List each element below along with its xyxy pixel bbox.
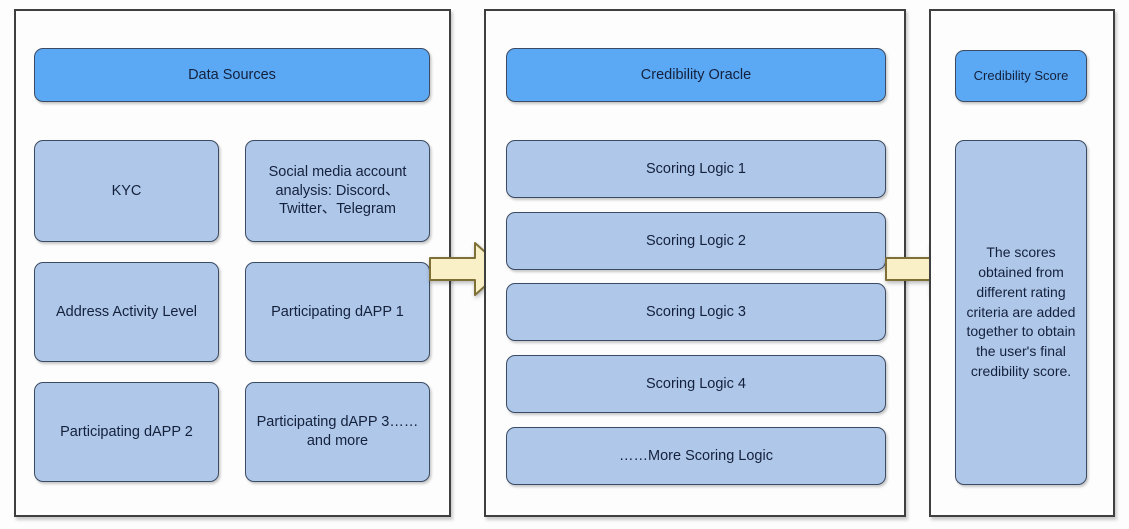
node-kyc[interactable]: KYC [34, 140, 219, 242]
node-scoring-logic-4-label: Scoring Logic 4 [646, 375, 746, 392]
node-address-activity-level-label: Address Activity Level [55, 303, 198, 320]
header-data-sources[interactable]: Data Sources [34, 48, 430, 102]
node-participating-dapp-3[interactable]: Participating dAPP 3……and more [245, 382, 430, 482]
node-scoring-logic-2[interactable]: Scoring Logic 2 [506, 212, 886, 270]
node-social-media-analysis[interactable]: Social media account analysis: Discord、T… [245, 140, 430, 242]
flowchart-diagram: Data Sources KYC Social media account an… [0, 0, 1129, 529]
header-credibility-oracle[interactable]: Credibility Oracle [506, 48, 886, 102]
node-credibility-score-description[interactable]: The scores obtained from different ratin… [955, 140, 1087, 485]
header-credibility-score-label: Credibility Score [973, 67, 1069, 83]
node-participating-dapp-1[interactable]: Participating dAPP 1 [245, 262, 430, 362]
node-credibility-score-description-label: The scores obtained from different ratin… [966, 243, 1076, 380]
node-participating-dapp-2[interactable]: Participating dAPP 2 [34, 382, 219, 482]
node-kyc-label: KYC [111, 182, 142, 199]
node-scoring-logic-3-label: Scoring Logic 3 [646, 303, 746, 320]
node-scoring-logic-3[interactable]: Scoring Logic 3 [506, 283, 886, 341]
header-data-sources-label: Data Sources [188, 66, 276, 83]
node-scoring-logic-1-label: Scoring Logic 1 [646, 160, 746, 177]
node-scoring-logic-4[interactable]: Scoring Logic 4 [506, 355, 886, 413]
node-more-scoring-logic[interactable]: ……More Scoring Logic [506, 427, 886, 485]
node-participating-dapp-2-label: Participating dAPP 2 [60, 423, 193, 440]
node-social-media-analysis-label: Social media account analysis: Discord、T… [268, 163, 407, 218]
header-credibility-oracle-label: Credibility Oracle [640, 66, 752, 83]
node-participating-dapp-3-label: Participating dAPP 3……and more [256, 414, 419, 449]
header-credibility-score[interactable]: Credibility Score [955, 50, 1087, 102]
node-participating-dapp-1-label: Participating dAPP 1 [271, 303, 404, 320]
node-address-activity-level[interactable]: Address Activity Level [34, 262, 219, 362]
node-scoring-logic-1[interactable]: Scoring Logic 1 [506, 140, 886, 198]
node-scoring-logic-2-label: Scoring Logic 2 [646, 232, 746, 249]
node-more-scoring-logic-label: ……More Scoring Logic [619, 447, 773, 464]
